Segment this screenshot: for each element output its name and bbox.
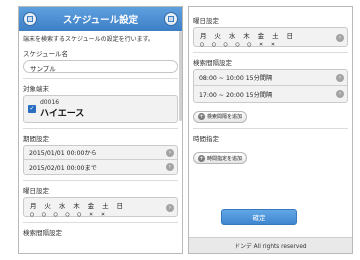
terminal-item[interactable]: ✓ d0016 ハイエース [23,95,178,123]
header-bar: スケジュール設定 [19,7,182,31]
interval-label: 検索間隔設定 [23,229,62,237]
period-from-text: 2015/01/01 00:00から [29,150,97,157]
target-terminal-label: 対象端末 [23,85,49,93]
menu-button[interactable] [164,12,178,26]
weekday-marks: ○ ○ ○ ○ ○ × × [30,210,107,218]
weekday-names: 月 火 水 木 金 土 日 [30,202,125,210]
terminal-name: ハイエース [40,109,85,119]
time-spec-label: 時間指定 [193,134,219,143]
right-phone-screen: 曜日設定 月 火 水 木 金 土 日 ○ ○ ○ ○ ○ × × › 検索間隔設… [188,6,353,254]
interval-list: 08:00 ~ 10:00 15分間隔 › 17:00 ~ 20:00 15分間… [193,69,348,103]
scrollbar[interactable] [179,31,182,121]
add-interval-button[interactable]: + 検索間隔を追加 [193,110,248,123]
footer-copyright: ドンデ All rights reserved [189,237,352,253]
menu-icon [168,16,174,22]
chevron-right-icon: › [166,163,174,171]
period-label: 期間設定 [23,135,49,143]
terminal-id: d0016 [40,99,60,106]
weekday-marks: ○ ○ ○ ○ ○ × × [200,40,277,48]
interval-text: 08:00 ~ 10:00 15分間隔 [199,75,273,82]
weekday-names: 月 火 水 木 金 土 日 [200,32,295,40]
weekday-label: 曜日設定 [193,17,219,25]
period-from-row[interactable]: 2015/01/01 00:00から › [24,146,177,160]
page-title: スケジュール設定 [62,15,139,26]
interval-text: 17:00 ~ 20:00 15分間隔 [199,91,273,99]
add-interval-label: 検索間隔を追加 [207,114,243,120]
interval-row[interactable]: 17:00 ~ 20:00 15分間隔 › [194,86,347,102]
left-phone-screen: スケジュール設定 端末を検索するスケジュールの設定を行います。 スケジュール名 … [18,6,183,254]
period-list: 2015/01/01 00:00から › 2015/02/01 00:00まで … [23,145,178,175]
add-time-button[interactable]: + 時間指定を追加 [193,152,248,164]
add-time-label: 時間指定を追加 [207,155,243,162]
weekday-row[interactable]: 月 火 水 木 金 土 日 ○ ○ ○ ○ ○ × × › [193,27,348,48]
period-to-row[interactable]: 2015/02/01 00:00まで › [24,160,177,174]
schedule-name-label: スケジュール名 [23,50,69,58]
interval-label: 検索間隔設定 [193,59,232,67]
terminal-checkbox[interactable]: ✓ [28,105,36,113]
weekday-label: 曜日設定 [23,187,49,195]
chevron-right-icon: › [166,204,174,212]
plus-icon: + [198,113,205,120]
chevron-right-icon: › [336,90,344,98]
period-to-text: 2015/02/01 00:00まで [29,164,97,172]
interval-row[interactable]: 08:00 ~ 10:00 15分間隔 › [194,70,347,86]
schedule-name-input[interactable]: サンプル [23,60,178,73]
back-button[interactable] [23,12,37,26]
description-text: 端末を検索するスケジュールの設定を行います。 [23,36,154,43]
weekday-row[interactable]: 月 火 水 木 金 土 日 ○ ○ ○ ○ ○ × × › [23,197,178,218]
back-icon [27,16,33,22]
chevron-right-icon: › [336,34,344,42]
confirm-button[interactable]: 確定 [221,209,297,225]
plus-icon: + [198,154,205,162]
chevron-right-icon: › [336,74,344,82]
chevron-right-icon: › [166,149,174,157]
